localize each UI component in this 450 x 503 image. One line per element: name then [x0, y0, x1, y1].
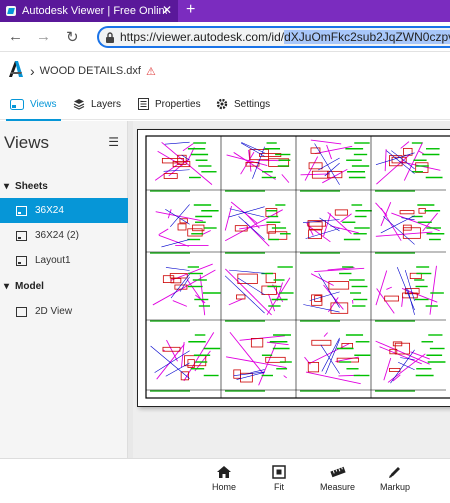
detail-cell	[300, 204, 372, 254]
sheet-icon	[16, 255, 27, 266]
home-button[interactable]: Home	[212, 465, 236, 492]
sidebar-item-layout1[interactable]: Layout1	[0, 248, 128, 273]
detail-cell	[224, 201, 291, 254]
views-sidebar: Views ☰ ▾ Sheets 36X24 36X24 (2) Layout1…	[0, 121, 128, 458]
url-domain: https://viewer.autodesk.com/id/	[120, 30, 285, 44]
detail-cell	[150, 141, 217, 192]
drawing-sheet[interactable]	[137, 129, 450, 407]
tab-properties-label: Properties	[155, 98, 201, 110]
browser-tab-strip: Autodesk Viewer | Free Online Fi ✕ +	[0, 0, 450, 22]
sheet-icon	[16, 230, 27, 241]
detail-cell	[375, 334, 446, 392]
detail-cell	[375, 265, 444, 322]
app-header: › WOOD DETAILS.dxf ⚠	[0, 52, 450, 88]
detail-cell	[225, 331, 292, 392]
viewer-canvas[interactable]	[133, 121, 450, 458]
url-selected-text: dXJuOmFkc2sub2JqZWN0czpvcy5vYmp	[284, 30, 450, 44]
sidebar-item-label: Layout1	[35, 255, 71, 266]
breadcrumb: › WOOD DETAILS.dxf ⚠	[30, 63, 156, 79]
layers-icon	[73, 99, 85, 110]
detail-cell	[150, 332, 221, 392]
sidebar-item-36x24[interactable]: 36X24	[0, 198, 128, 223]
forward-button[interactable]: →	[36, 28, 51, 45]
warning-icon[interactable]: ⚠	[146, 65, 156, 78]
new-tab-button[interactable]: +	[186, 1, 195, 19]
list-view-icon[interactable]: ☰	[108, 135, 119, 149]
chevron-right-icon: ›	[30, 63, 35, 79]
gear-icon	[216, 98, 228, 110]
home-icon	[217, 466, 231, 478]
sidebar-item-label: 36X24 (2)	[35, 230, 79, 241]
tab-properties[interactable]: Properties	[138, 95, 201, 113]
sheet-icon	[16, 205, 27, 216]
detail-cell	[300, 332, 371, 392]
tab-layers-label: Layers	[91, 98, 122, 110]
detail-cell	[225, 142, 291, 192]
sidebar-item-label: 2D View	[35, 306, 73, 317]
detail-cell	[300, 139, 370, 192]
autodesk-favicon-icon	[6, 6, 16, 16]
markup-icon	[389, 467, 400, 478]
detail-cell	[150, 204, 219, 254]
section-sheets[interactable]: ▾ Sheets	[4, 181, 48, 192]
section-model[interactable]: ▾ Model	[4, 281, 44, 292]
sidebar-item-label: 36X24	[35, 205, 64, 216]
properties-icon	[138, 98, 149, 110]
sidebar-title: Views	[4, 133, 50, 152]
caret-down-icon: ▾	[4, 181, 10, 192]
cad-drawing	[145, 135, 450, 399]
detail-cell	[375, 202, 445, 254]
file-name[interactable]: WOOD DETAILS.dxf	[40, 65, 141, 77]
fit-button-label: Fit	[274, 482, 284, 492]
section-model-label: Model	[15, 281, 44, 292]
detail-cell	[150, 263, 221, 322]
panel-toolbar: Views Layers Properties Settings	[0, 88, 450, 121]
views-icon	[10, 98, 24, 110]
detail-cell	[224, 266, 294, 322]
section-sheets-label: Sheets	[15, 181, 48, 192]
home-button-label: Home	[212, 482, 237, 492]
measure-icon	[329, 466, 346, 478]
view-icon	[16, 306, 27, 317]
caret-down-icon: ▾	[4, 281, 10, 292]
tab-views-label: Views	[30, 98, 57, 110]
browser-tab-title: Autodesk Viewer | Free Online Fi	[22, 5, 167, 17]
back-button[interactable]: ←	[8, 28, 23, 45]
address-bar: ← → ↻ https://viewer.autodesk.com/id/dXJ…	[0, 22, 450, 52]
url-input[interactable]: https://viewer.autodesk.com/id/dXJuOmFkc…	[97, 26, 450, 48]
detail-cell	[300, 266, 368, 322]
tab-settings[interactable]: Settings	[216, 95, 270, 113]
lock-icon	[106, 31, 114, 43]
sidebar-item-36x24-2[interactable]: 36X24 (2)	[0, 223, 128, 248]
detail-cell	[375, 141, 443, 192]
bottom-toolbar: Home Fit Measure Markup	[0, 458, 450, 503]
fit-button[interactable]: Fit	[271, 465, 287, 492]
fit-icon	[272, 465, 286, 479]
markup-button[interactable]: Markup	[380, 465, 410, 492]
browser-tab[interactable]: Autodesk Viewer | Free Online Fi ✕	[0, 0, 178, 22]
tab-layers[interactable]: Layers	[73, 95, 121, 113]
reload-button[interactable]: ↻	[66, 28, 79, 46]
measure-button-label: Measure	[320, 482, 356, 492]
tab-settings-label: Settings	[234, 98, 271, 110]
sidebar-item-2d-view[interactable]: 2D View	[0, 299, 128, 324]
tab-views[interactable]: Views	[6, 95, 60, 121]
autodesk-logo-icon[interactable]	[8, 60, 24, 78]
close-tab-icon[interactable]: ✕	[162, 3, 172, 17]
measure-button[interactable]: Measure	[320, 465, 355, 492]
markup-button-label: Markup	[380, 482, 411, 492]
